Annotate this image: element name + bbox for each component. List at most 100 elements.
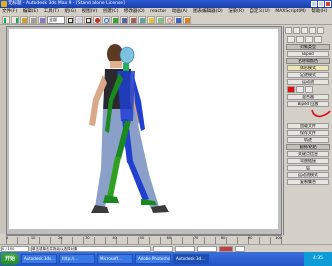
geometry-icon[interactable] [287,36,295,43]
render-setup-button[interactable] [174,16,182,24]
trajectories-button[interactable]: 轨迹 [287,137,329,143]
tick-label: 70 [193,236,199,240]
quick-render-button[interactable] [183,16,191,24]
menu-file[interactable]: 文件(F) [0,8,19,15]
windows-taskbar: 开始 Autodesk 3ds... http://... Microsoft.… [0,252,332,266]
create-tab-icon[interactable] [285,27,292,34]
cursor-icon [68,18,73,23]
menu-create[interactable]: 创建(C) [101,8,121,15]
red-key-icon[interactable] [287,86,295,93]
select-object-button[interactable] [66,16,74,24]
menu-group[interactable]: 组(G) [63,8,79,15]
menu-bar: 文件(F) 编辑(E) 工具(T) 组(G) 视图(V) 创建(C) 修改器(O… [0,8,332,15]
move-button[interactable] [93,16,101,24]
bend-links-button[interactable]: 弯曲链接 [287,158,329,164]
hierarchy-tab-icon[interactable] [301,27,308,34]
mirror-icon [122,18,127,23]
layers-icon [140,18,145,23]
shapes-icon[interactable] [296,36,304,43]
teapot-icon [185,18,190,23]
menu-views[interactable]: 视图(V) [80,8,100,15]
load-file-button[interactable]: 加载文件 [287,123,329,129]
tick-label: 30 [85,236,90,240]
minimize-button[interactable] [311,1,317,7]
menu-modifiers[interactable]: 修改器(O) [122,8,147,15]
timeline[interactable]: 0 10 20 30 40 50 60 70 80 90 100 [6,235,282,244]
tick-label: 20 [58,236,63,240]
link-icon [22,18,27,23]
taskbar-item[interactable]: Adobe Photoshop [135,254,171,264]
rotate-icon [104,18,109,23]
redo-button[interactable] [11,16,19,24]
align-button[interactable] [129,16,137,24]
save-file-button[interactable]: 保存文件 [287,130,329,136]
menu-graph-editors[interactable]: 图表编辑器(D) [191,8,224,15]
curve-editor-button[interactable] [147,16,155,24]
system-tray-clock: 4:35 [304,252,332,266]
tick-label: 100 [275,236,282,240]
app-icon [1,1,7,7]
menu-tools[interactable]: 工具(T) [42,8,61,15]
start-button[interactable]: 开始 [1,253,19,265]
rollout-copy-paste[interactable]: 复制/粘贴 [286,144,330,150]
select-link-button[interactable] [20,16,28,24]
tick-label: 80 [220,236,226,240]
schematic-view-button[interactable] [156,16,164,24]
select-by-name-button[interactable] [75,16,83,24]
cameras-icon[interactable] [314,36,322,43]
unlink-button[interactable] [29,16,37,24]
taskbar-item[interactable]: Microsoft... [97,254,133,264]
maximize-button[interactable] [318,1,324,7]
mixer-button[interactable]: 混合器 [287,94,329,100]
tick-label: 60 [166,236,172,240]
playback-button[interactable]: Biped 回放 [287,101,329,107]
taskbar-item-active[interactable]: Autodesk 3d... [173,254,209,264]
menu-maxscript[interactable]: MAXScript(M) [273,8,308,15]
biped-button[interactable]: Biped [287,51,329,57]
material-editor-button[interactable] [165,16,173,24]
menu-help[interactable]: 帮助(H) [309,8,329,15]
time-ruler-labels: 0 10 20 30 40 50 60 70 80 90 100 [6,236,282,240]
menu-customize[interactable]: 自定义(U) [247,8,271,15]
biped-tool-row [287,86,329,93]
selection-filter-dropdown[interactable]: 全部 [47,16,65,24]
motion-flow-mode-button[interactable]: 运动流模式 [287,172,329,178]
layer-manager-button[interactable] [138,16,146,24]
perspective-viewport[interactable] [9,29,278,229]
motion-tab-icon[interactable] [309,27,316,34]
save-file-icon[interactable] [305,86,313,93]
layers-button[interactable]: 层 [287,165,329,171]
region-select-button[interactable] [84,16,92,24]
footstep-mode-button[interactable]: 足迹模式 [287,72,329,78]
tick-label: 50 [139,236,144,240]
scale-icon [113,18,118,23]
tick-label: 10 [30,236,36,240]
close-button[interactable] [325,1,331,7]
key-info-button[interactable]: 关键点信息 [287,151,329,157]
copy-collections-button[interactable]: 复制集合 [287,179,329,185]
title-bar: 无标题 - Autodesk 3ds Max 9 - [Stand alone … [0,0,332,8]
motion-flow-button[interactable]: 运动流 [287,79,329,85]
rollout-object-type[interactable]: 对象类型 [286,44,330,50]
menu-reactor[interactable]: reactor [148,8,168,15]
mirror-button[interactable] [120,16,128,24]
tick-label: 40 [112,236,117,240]
undo-button[interactable] [2,16,10,24]
taskbar-item[interactable]: http://... [59,254,95,264]
tick-label: 0 [6,236,9,240]
rollout-name-color[interactable]: 名称和颜色 [286,58,330,64]
unlink-icon [31,18,36,23]
scale-button[interactable] [111,16,119,24]
modify-tab-icon[interactable] [293,27,300,34]
display-tab-icon[interactable] [317,27,324,34]
rotate-button[interactable] [102,16,110,24]
lights-icon[interactable] [305,36,313,43]
menu-edit[interactable]: 编辑(E) [21,8,40,15]
bind-space-warp-button[interactable] [38,16,46,24]
menu-rendering[interactable]: 渲染(R) [226,8,246,15]
main-toolbar: 全部 [0,15,332,25]
menu-animation[interactable]: 动画(A) [170,8,190,15]
figure-mode-button[interactable]: 体形模式 [287,65,329,71]
taskbar-item[interactable]: Autodesk 3ds... [21,254,57,264]
load-file-icon[interactable] [296,86,304,93]
